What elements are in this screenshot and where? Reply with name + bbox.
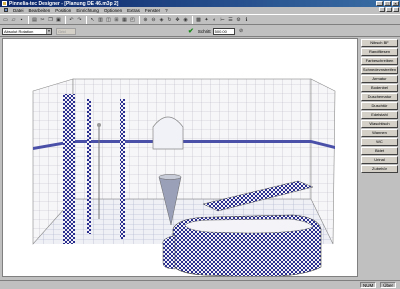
tub-step: [162, 234, 176, 270]
zoom-out-icon[interactable]: ⊖: [150, 16, 157, 23]
menu-datei[interactable]: Datei: [13, 8, 24, 13]
catalog-button[interactable]: Waschtisch: [361, 120, 398, 128]
maximize-button[interactable]: □: [384, 1, 391, 6]
mirror: [152, 116, 184, 150]
doc-restore-button[interactable]: [386, 7, 392, 12]
toolbar-divider: [139, 15, 140, 24]
main-toolbar: ▭ ▱ ▪ ▤ ✂ ❐ ▣ ↶ ↷ ↖ ▥ ◫ ⊞ ▦ ◰ ⊕ ⊖ ◈ ↻ ✥ …: [0, 14, 400, 25]
select-arrow-icon[interactable]: ↖: [89, 16, 96, 23]
grid-field: Grid: [56, 27, 76, 35]
3d-viewport[interactable]: [2, 38, 358, 277]
wall-icon[interactable]: ▥: [97, 16, 104, 23]
menu-bearbeiten[interactable]: Bearbeiten: [29, 8, 51, 13]
camera-icon[interactable]: ◉: [182, 16, 189, 23]
chevron-down-icon: ▼: [46, 28, 51, 34]
catalog-button[interactable]: Wannen: [361, 129, 398, 137]
catalog-button[interactable]: Urinal: [361, 156, 398, 164]
document-icon[interactable]: [4, 8, 8, 12]
app-icon: [2, 1, 7, 6]
menu-bar: Datei Bearbeiten Position Einrichtung Op…: [0, 7, 400, 13]
window-title: Pinnelia-tec Designer - [Planung DE 46.m…: [9, 0, 119, 7]
cut-icon[interactable]: ✂: [39, 16, 46, 23]
view-3d-icon[interactable]: ◈: [158, 16, 165, 23]
catalog-button[interactable]: Farbeschreiben: [361, 57, 398, 65]
menu-optionen[interactable]: Optionen: [104, 8, 122, 13]
undo-icon[interactable]: ↶: [68, 16, 75, 23]
doc-close-button[interactable]: [393, 7, 399, 12]
status-bar: NUM Über: [0, 280, 400, 289]
save-icon[interactable]: ▪: [18, 16, 25, 23]
object-catalog-panel: Nibsch BF Randfliesen Farbeschreiben Sch…: [359, 38, 399, 277]
catalog-button[interactable]: Zubehör: [361, 165, 398, 173]
zoom-in-icon[interactable]: ⊕: [142, 16, 149, 23]
copy-icon[interactable]: ❐: [47, 16, 54, 23]
render-icon[interactable]: ◐: [211, 16, 218, 23]
catalog-button[interactable]: Randfliesen: [361, 48, 398, 56]
menu-extras[interactable]: Extras: [127, 8, 140, 13]
catalog-button[interactable]: Bodenbel: [361, 84, 398, 92]
redo-icon[interactable]: ↷: [76, 16, 83, 23]
close-button[interactable]: ×: [392, 1, 399, 6]
grid-icon[interactable]: ▩: [195, 16, 202, 23]
link-icon[interactable]: ⊘: [238, 28, 245, 35]
step-input[interactable]: 500.00: [212, 27, 235, 35]
catalog-button[interactable]: WC: [361, 138, 398, 146]
measure-icon[interactable]: ⊢: [219, 16, 226, 23]
num-lock-indicator: NUM: [359, 282, 377, 288]
catalog-button[interactable]: Edelstahl: [361, 111, 398, 119]
catalog-button[interactable]: Nibsch BF: [361, 39, 398, 47]
catalog-button[interactable]: Duschematur: [361, 93, 398, 101]
toolbar-divider: [28, 15, 29, 24]
menu-position[interactable]: Position: [55, 8, 71, 13]
menu-einrichtung[interactable]: Einrichtung: [76, 8, 99, 13]
menu-fenster[interactable]: Fenster: [145, 8, 160, 13]
catalog-button[interactable]: Duschtür: [361, 102, 398, 110]
bathroom-3d-render: [32, 78, 336, 276]
open-folder-icon[interactable]: ▱: [10, 16, 17, 23]
overwrite-indicator: Über: [380, 282, 396, 288]
catalog-button[interactable]: Bidet: [361, 147, 398, 155]
print-icon[interactable]: ▤: [31, 16, 38, 23]
toolbar-divider: [86, 15, 87, 24]
door-icon[interactable]: ◫: [105, 16, 112, 23]
back-wall: [72, 78, 312, 200]
light-icon[interactable]: ✦: [203, 16, 210, 23]
checkered-column: [63, 94, 75, 244]
new-file-icon[interactable]: ▭: [2, 16, 9, 23]
title-bar: Pinnelia-tec Designer - [Planung DE 46.m…: [0, 0, 400, 7]
paste-icon[interactable]: ▣: [55, 16, 62, 23]
checkmark-icon[interactable]: ✔: [188, 27, 194, 35]
step-label: Schritt: [197, 28, 211, 34]
catalog-button[interactable]: Schnedevnstreifen: [361, 66, 398, 74]
list-icon[interactable]: ☰: [227, 16, 234, 23]
rotate-icon[interactable]: ↻: [166, 16, 173, 23]
object-icon[interactable]: ◰: [129, 16, 136, 23]
wall-stripe-back: [73, 140, 311, 143]
shower-partition: [87, 99, 91, 234]
menu-help[interactable]: ?: [165, 8, 168, 13]
toolbar-divider: [192, 15, 193, 24]
washbasin-top: [158, 174, 182, 180]
catalog-button[interactable]: Armatur: [361, 75, 398, 83]
shower-head: [97, 123, 101, 127]
settings-icon[interactable]: ⚙: [235, 16, 242, 23]
toolbar-divider: [65, 15, 66, 24]
minimize-button[interactable]: _: [376, 1, 383, 6]
rotation-mode-select[interactable]: Absolut Rotation ▼: [2, 27, 52, 35]
info-icon[interactable]: ℹ: [243, 16, 250, 23]
doc-minimize-button[interactable]: [379, 7, 385, 12]
rotation-toolbar: Absolut Rotation ▼ Grid ✔ Schritt 500.00…: [0, 26, 400, 37]
window-icon[interactable]: ⊞: [113, 16, 120, 23]
bathtub-basin: [184, 218, 314, 234]
move-icon[interactable]: ✥: [174, 16, 181, 23]
tile-icon[interactable]: ▦: [121, 16, 128, 23]
shower-partition: [120, 99, 125, 239]
